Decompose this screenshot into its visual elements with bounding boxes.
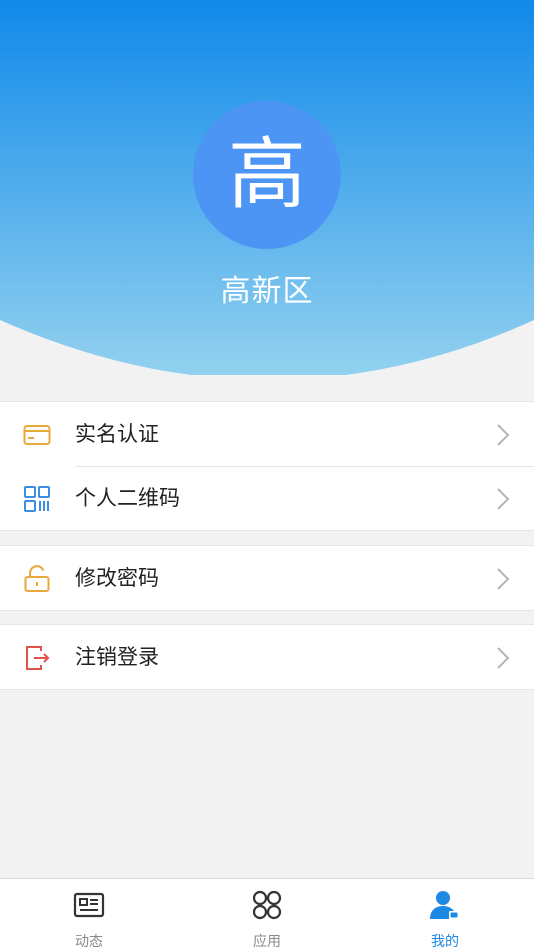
menu-item-label: 注销登录 bbox=[75, 645, 159, 669]
bottom-tab-bar: 动态 应用 我的 bbox=[0, 878, 534, 951]
menu-item-logout[interactable]: 注销登录 bbox=[0, 625, 534, 689]
tab-label: 我的 bbox=[431, 934, 459, 950]
tab-label: 动态 bbox=[75, 934, 103, 950]
chevron-right-icon bbox=[497, 568, 510, 590]
tab-label: 应用 bbox=[253, 934, 281, 950]
news-icon bbox=[73, 892, 105, 918]
menu-item-real-name-verification[interactable]: 实名认证 bbox=[0, 402, 534, 466]
avatar[interactable]: 高 bbox=[193, 101, 341, 249]
menu-group-security: 修改密码 bbox=[0, 545, 534, 611]
id-card-icon bbox=[23, 425, 51, 445]
chevron-right-icon bbox=[497, 488, 510, 510]
menu-item-label: 个人二维码 bbox=[75, 486, 180, 510]
chevron-right-icon bbox=[497, 424, 510, 446]
user-name: 高新区 bbox=[220, 274, 314, 309]
chevron-right-icon bbox=[497, 647, 510, 669]
qr-code-icon bbox=[24, 486, 50, 512]
menu-item-label: 实名认证 bbox=[75, 422, 159, 446]
tab-news[interactable]: 动态 bbox=[29, 879, 149, 951]
menu-item-label: 修改密码 bbox=[75, 566, 159, 590]
menu-group-session: 注销登录 bbox=[0, 624, 534, 690]
user-icon bbox=[430, 891, 459, 919]
tab-mine[interactable]: 我的 bbox=[385, 879, 505, 951]
apps-icon bbox=[252, 890, 282, 920]
menu-group-account: 实名认证 个人二维码 bbox=[0, 401, 534, 531]
tab-apps[interactable]: 应用 bbox=[207, 879, 327, 951]
menu-item-change-password[interactable]: 修改密码 bbox=[0, 546, 534, 610]
unlock-icon bbox=[24, 565, 50, 592]
menu-item-personal-qr-code[interactable]: 个人二维码 bbox=[0, 466, 534, 530]
profile-header: 高 高新区 bbox=[0, 0, 534, 375]
logout-icon bbox=[26, 646, 50, 670]
